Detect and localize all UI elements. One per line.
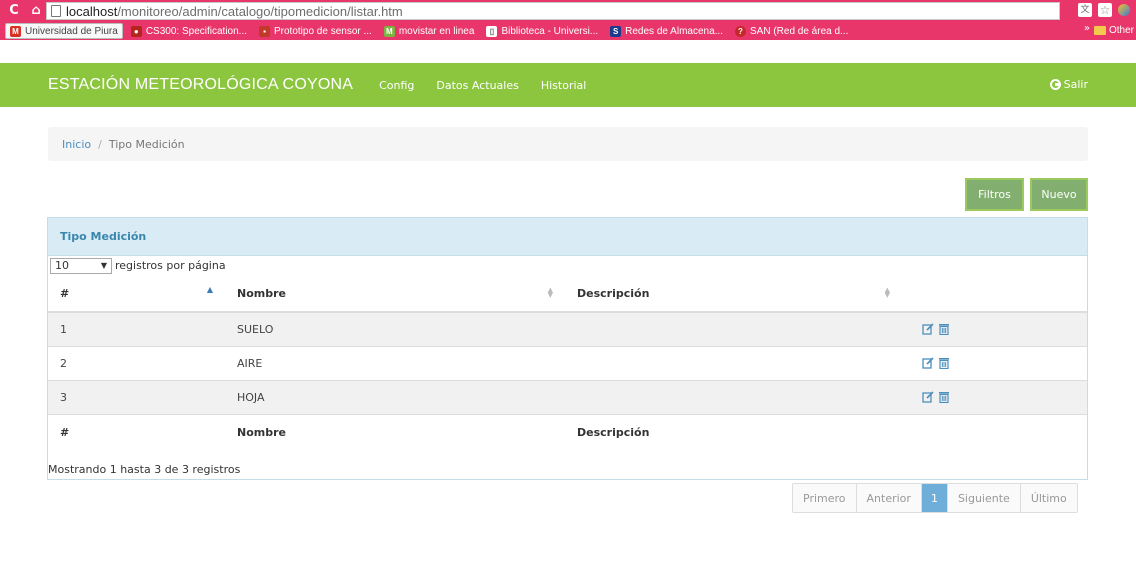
- cell-nombre: SUELO: [225, 311, 565, 346]
- logout-icon: [1049, 79, 1061, 90]
- cell-actions: [902, 379, 1087, 414]
- cell-descripcion: [565, 311, 902, 346]
- other-bookmarks[interactable]: Other: [1093, 22, 1134, 38]
- footer-header-nombre: Nombre: [225, 413, 565, 450]
- brand[interactable]: ESTACIÓN METEOROLÓGICA COYONA: [48, 76, 353, 94]
- page-length-select[interactable]: 10 ▼: [50, 257, 112, 274]
- navbar: ESTACIÓN METEOROLÓGICA COYONA Config Dat…: [0, 63, 1136, 107]
- breadcrumb-home[interactable]: Inicio: [62, 138, 91, 151]
- bookmark-icon: ●: [130, 25, 142, 37]
- breadcrumb: Inicio / Tipo Medición: [48, 127, 1088, 161]
- bookmark-biblioteca[interactable]: ▯ Biblioteca - Universi...: [482, 23, 602, 39]
- bookmark-icon: S: [610, 25, 622, 37]
- page-icon: [51, 5, 61, 17]
- url-text: localhost/monitoreo/admin/catalogo/tipom…: [66, 3, 403, 19]
- cell-nombre: HOJA: [225, 379, 565, 414]
- extension-icon[interactable]: [1118, 4, 1130, 16]
- cell-id: 2: [48, 345, 225, 380]
- pagination-last[interactable]: Último: [1020, 484, 1077, 512]
- edit-icon[interactable]: [922, 357, 934, 369]
- table-info: Mostrando 1 hasta 3 de 3 registros: [48, 463, 241, 476]
- column-header-id[interactable]: # ▲: [48, 275, 225, 313]
- address-row: C ⌂ localhost/monitoreo/admin/catalogo/t…: [0, 0, 1136, 22]
- table-row: 1 SUELO: [48, 311, 1087, 346]
- movistar-icon: M: [383, 25, 395, 37]
- cell-id: 1: [48, 311, 225, 346]
- sort-icon: ▲ ▼: [884, 286, 890, 299]
- sort-icon: ▲ ▼: [547, 286, 553, 299]
- page-length-label: registros por página: [115, 259, 226, 272]
- table-row: 2 AIRE: [48, 345, 1087, 380]
- footer-header-id: #: [48, 413, 225, 450]
- bookmark-prototipo[interactable]: ▪ Prototipo de sensor ...: [255, 23, 376, 39]
- folder-icon: [1093, 25, 1106, 35]
- nuevo-button[interactable]: Nuevo: [1030, 178, 1088, 211]
- cell-id: 3: [48, 379, 225, 414]
- footer-header-actions: [902, 413, 1087, 450]
- cell-nombre: AIRE: [225, 345, 565, 380]
- bookmark-cs300[interactable]: ● CS300: Specification...: [127, 23, 251, 39]
- home-icon[interactable]: ⌂: [28, 3, 44, 19]
- trash-icon[interactable]: [938, 323, 950, 336]
- breadcrumb-current: Tipo Medición: [108, 137, 185, 151]
- cell-descripcion: [565, 345, 902, 380]
- edit-icon[interactable]: [922, 391, 934, 403]
- page-icon: ▯: [486, 25, 498, 37]
- browser-icons: 文 ☆: [1078, 3, 1130, 17]
- table-widget: Tipo Medición 10 ▼ registros por página …: [47, 217, 1088, 480]
- bookmark-redes[interactable]: S Redes de Almacena...: [606, 23, 727, 39]
- pagination-prev[interactable]: Anterior: [856, 484, 922, 512]
- nav-historial[interactable]: Historial: [541, 79, 586, 92]
- cell-descripcion: [565, 379, 902, 414]
- pagination: Primero Anterior 1 Siguiente Último: [792, 483, 1078, 513]
- nav-config[interactable]: Config: [379, 79, 414, 92]
- pagination-next[interactable]: Siguiente: [947, 484, 1021, 512]
- trash-icon[interactable]: [938, 391, 950, 403]
- table-row: 3 HOJA: [48, 379, 1087, 414]
- bookmark-universidad[interactable]: M Universidad de Piura: [5, 23, 123, 39]
- cell-actions: [902, 345, 1087, 380]
- trash-icon[interactable]: [938, 357, 950, 369]
- browser-chrome: C ⌂ localhost/monitoreo/admin/catalogo/t…: [0, 0, 1136, 40]
- gmail-icon: M: [10, 25, 21, 37]
- column-header-descripcion[interactable]: Descripción ▲ ▼: [565, 275, 902, 313]
- reload-icon[interactable]: C: [6, 3, 22, 19]
- sort-asc-icon: ▲: [206, 285, 213, 294]
- address-bar[interactable]: localhost/monitoreo/admin/catalogo/tipom…: [46, 2, 1060, 20]
- pagination-page-1[interactable]: 1: [921, 484, 948, 512]
- data-table: #▲ Nombre▲▼ Descripción▲▼ 1 SUELO 2: [48, 275, 1087, 450]
- nav-datos-actuales[interactable]: Datos Actuales: [436, 79, 518, 92]
- widget-title: Tipo Medición: [48, 218, 1087, 256]
- breadcrumb-separator: /: [98, 137, 102, 151]
- translate-icon[interactable]: 文: [1078, 3, 1092, 17]
- pagination-first[interactable]: Primero: [793, 484, 857, 512]
- bookmarks-more[interactable]: »: [1084, 23, 1090, 34]
- logout-button[interactable]: Salir: [1049, 78, 1088, 91]
- footer-header-descripcion: Descripción: [565, 413, 902, 450]
- filtros-button[interactable]: Filtros: [965, 178, 1024, 211]
- page-length-row: 10 ▼ registros por página: [48, 256, 1087, 275]
- column-header-nombre[interactable]: Nombre ▲ ▼: [225, 275, 565, 313]
- caret-down-icon: ▼: [100, 261, 107, 270]
- edit-icon[interactable]: [922, 323, 934, 335]
- bookmark-san[interactable]: ? SAN (Red de área d...: [731, 23, 852, 39]
- star-icon[interactable]: ☆: [1098, 3, 1112, 17]
- cell-actions: [902, 311, 1087, 346]
- bookmark-movistar[interactable]: Mmovistar en linea: [380, 23, 479, 39]
- column-header-actions: [902, 275, 1087, 313]
- help-icon: ?: [734, 25, 746, 37]
- bookmarks-bar: M Universidad de Piura ● CS300: Specificat…: [0, 22, 1136, 40]
- bookmark-icon: ▪: [259, 25, 270, 37]
